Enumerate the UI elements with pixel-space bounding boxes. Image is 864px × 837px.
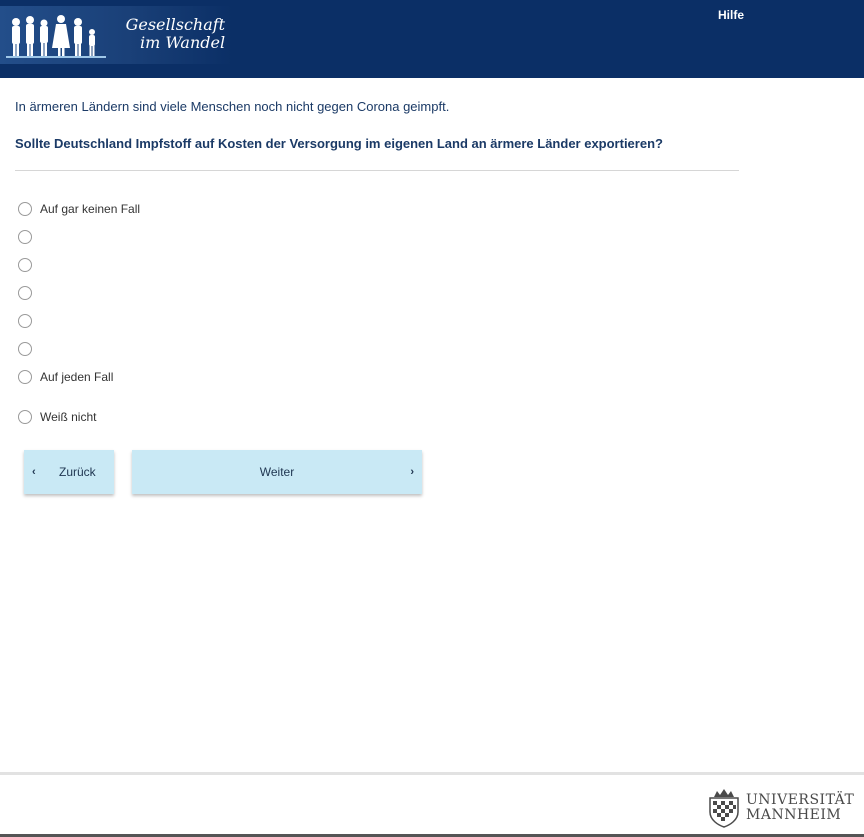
chevron-left-icon: ‹ xyxy=(32,466,36,478)
option-6[interactable] xyxy=(18,341,40,357)
radio-button[interactable] xyxy=(18,314,32,328)
question-divider xyxy=(15,170,739,171)
radio-button[interactable] xyxy=(18,230,32,244)
logo-line-1: Gesellschaft xyxy=(125,15,226,34)
radio-button[interactable] xyxy=(18,342,32,356)
logo-line-2: im Wandel xyxy=(140,33,226,52)
footer-divider xyxy=(0,772,864,775)
chevron-right-icon: › xyxy=(410,466,414,478)
option-label: Auf jeden Fall xyxy=(40,370,114,384)
next-button[interactable]: Weiter › xyxy=(132,450,422,494)
question-intro: In ärmeren Ländern sind viele Menschen n… xyxy=(15,99,450,114)
university-name: UNIVERSITÄT MANNHEIM xyxy=(746,793,854,823)
option-dont-know[interactable]: Weiß nicht xyxy=(18,409,96,425)
radio-button[interactable] xyxy=(18,202,32,216)
option-2[interactable] xyxy=(18,229,40,245)
header-bar: Gesellschaft im Wandel Hilfe xyxy=(0,0,864,78)
help-link[interactable]: Hilfe xyxy=(718,8,744,22)
option-4[interactable] xyxy=(18,285,40,301)
radio-button[interactable] xyxy=(18,286,32,300)
option-label: Auf gar keinen Fall xyxy=(40,202,141,216)
next-button-label: Weiter xyxy=(259,465,295,479)
university-line-1: UNIVERSITÄT xyxy=(746,792,855,808)
option-label: Weiß nicht xyxy=(40,410,97,424)
option-7[interactable]: Auf jeden Fall xyxy=(18,369,113,385)
back-button-label: Zurück xyxy=(59,465,96,479)
university-mannheim-logo: UNIVERSITÄT MANNHEIM xyxy=(706,786,858,830)
option-3[interactable] xyxy=(18,257,40,273)
radio-button[interactable] xyxy=(18,410,32,424)
logo-wordmark: Gesellschaft im Wandel xyxy=(112,15,226,52)
gesellschaft-im-wandel-logo: Gesellschaft im Wandel xyxy=(0,6,232,64)
option-1[interactable]: Auf gar keinen Fall xyxy=(18,201,140,217)
people-silhouettes-icon xyxy=(6,15,106,58)
radio-button[interactable] xyxy=(18,370,32,384)
radio-button[interactable] xyxy=(18,258,32,272)
back-button[interactable]: ‹ Zurück xyxy=(24,450,114,494)
question-text: Sollte Deutschland Impfstoff auf Kosten … xyxy=(15,136,663,151)
survey-page: Gesellschaft im Wandel Hilfe In ärmeren … xyxy=(0,0,864,837)
option-5[interactable] xyxy=(18,313,40,329)
university-crest-icon xyxy=(709,789,739,828)
university-line-2: MANNHEIM xyxy=(746,807,842,823)
